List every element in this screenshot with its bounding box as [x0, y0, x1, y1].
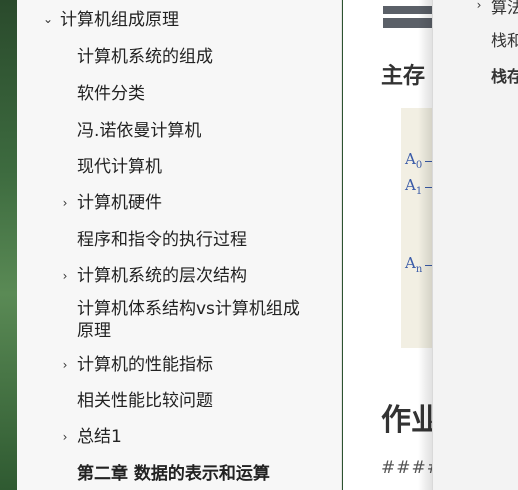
tree-item-active[interactable]: 第二章 数据的表示和运算 — [77, 463, 270, 485]
chevron-right-icon[interactable]: › — [59, 354, 71, 376]
tree-item[interactable]: 计算机体系结构vs计算机组成 — [77, 298, 300, 320]
outline-item[interactable]: 栈和 — [491, 27, 518, 51]
chevron-right-icon[interactable]: › — [59, 192, 71, 214]
tree-item-folder[interactable]: 总结1 — [77, 426, 122, 448]
chevron-right-icon[interactable]: › — [59, 265, 71, 287]
chevron-right-icon[interactable]: › — [473, 0, 485, 16]
tree-item-continued[interactable]: 原理 — [77, 320, 111, 342]
tree-item-folder[interactable]: 计算机的性能指标 — [77, 354, 213, 376]
chevron-right-icon[interactable]: › — [59, 426, 71, 448]
tree-item[interactable]: 程序和指令的执行过程 — [77, 229, 247, 251]
outline-item-active[interactable]: 栈存 — [491, 63, 518, 87]
desktop-background — [0, 0, 17, 490]
tree-item[interactable]: 现代计算机 — [77, 156, 162, 178]
chevron-down-icon[interactable]: ⌄ — [42, 8, 54, 30]
tree-item[interactable]: 冯.诺依曼计算机 — [77, 120, 201, 142]
file-tree-sidebar: ⌄ 计算机组成原理 计算机系统的组成 软件分类 冯.诺依曼计算机 现代计算机 ›… — [17, 0, 342, 490]
tree-item[interactable]: 软件分类 — [77, 83, 145, 105]
outline-panel: › 算法 栈和 栈存 — [432, 0, 518, 490]
tree-item-folder[interactable]: 计算机系统的层次结构 — [77, 265, 247, 287]
tree-item-root[interactable]: 计算机组成原理 — [60, 9, 179, 31]
tree-item-folder[interactable]: 计算机硬件 — [77, 192, 162, 214]
outline-item[interactable]: 算法 — [491, 0, 518, 18]
tree-item[interactable]: 计算机系统的组成 — [77, 46, 213, 68]
tree-item[interactable]: 相关性能比较问题 — [77, 390, 213, 412]
panel-shadow — [418, 0, 432, 490]
